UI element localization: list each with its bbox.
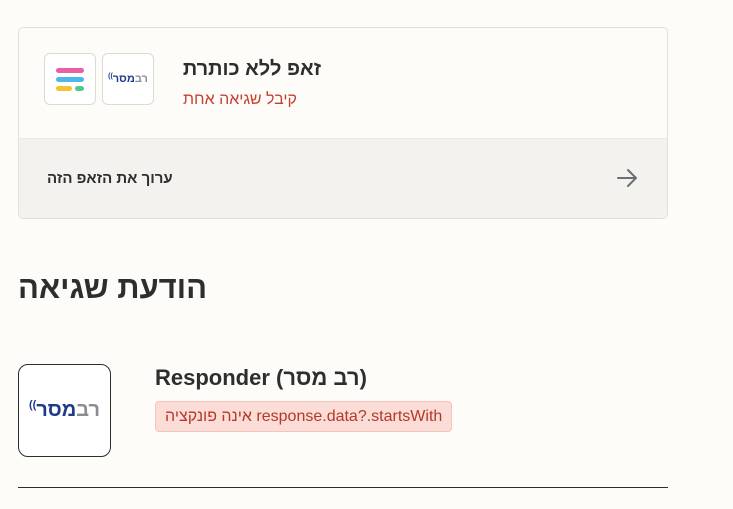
- divider: [18, 487, 668, 488]
- ravmeser-logo-icon: רבמסר)): [28, 399, 101, 421]
- zap-card: רבמסר)) זאפ ללא כותרת קיבל שגיאה אחת ערו…: [18, 27, 668, 219]
- zap-error-status: קיבל שגיאה אחת: [183, 91, 297, 108]
- stacked-lines-icon: [56, 67, 84, 91]
- error-message-heading: הודעת שגיאה: [18, 270, 208, 305]
- error-message-badge: response.data?.startsWith אינה פונקציה: [155, 401, 453, 432]
- zap-title: זאפ ללא כותרת: [182, 58, 321, 80]
- zap-card-header: רבמסר)) זאפ ללא כותרת קיבל שגיאה אחת: [19, 28, 667, 138]
- edit-zap-link[interactable]: ערוך את הזאפ הזה: [19, 138, 667, 218]
- arrow-right-icon[interactable]: [615, 166, 639, 190]
- step-app-tile: רבמסר)): [18, 364, 111, 457]
- app-tile-lines: [44, 53, 96, 105]
- app-tile-ravmeser: רבמסר)): [102, 53, 154, 105]
- step-title: Responder (רב מסר): [155, 365, 367, 390]
- ravmeser-logo-icon: רבמסר)): [108, 73, 148, 85]
- edit-zap-label: ערוך את הזאפ הזה: [47, 170, 173, 187]
